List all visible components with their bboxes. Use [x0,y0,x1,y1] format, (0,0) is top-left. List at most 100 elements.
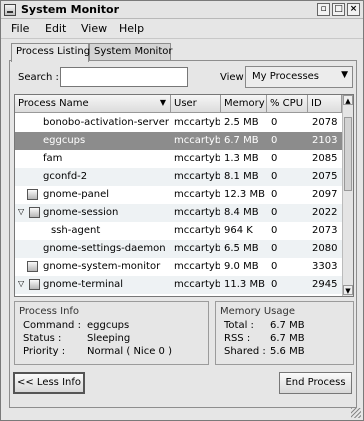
process-id: 2073 [312,225,338,236]
process-user: mccartyb [174,117,220,128]
minimize-button[interactable]: ▫ [317,3,330,16]
process-memory: 6.7 MB [224,135,259,146]
priority-label: Priority : [23,346,66,357]
process-memory: 1.3 MB [224,153,259,164]
command-label: Command : [23,320,81,331]
table-row[interactable]: ▽ gnome-terminal mccartyb 11.3 MB 0 2945 [15,276,342,294]
table-row[interactable]: gconfd-2 mccartyb 8.1 MB 0 2075 [15,168,342,186]
table-row[interactable]: gnome-system-monitor mccartyb 9.0 MB 0 3303 [15,258,342,276]
process-id: 2080 [312,243,338,254]
process-user: mccartyb [174,189,220,200]
resize-grip-icon[interactable] [351,408,361,418]
menu-bar: File Edit View Help [1,19,363,39]
process-user: mccartyb [174,261,220,272]
process-rows: bonobo-activation-server mccartyb 2.5 MB 0 2… [15,114,342,294]
process-user: mccartyb [174,279,220,290]
process-memory: 964 K [224,225,253,236]
process-cpu: 0 [271,261,278,272]
expander-icon[interactable]: ▽ [18,279,24,288]
process-user: mccartyb [174,225,220,236]
process-name: gnome-panel [43,189,110,200]
process-cpu: 0 [271,135,278,146]
column-header-cpu[interactable]: % CPU [267,95,308,113]
process-user: mccartyb [174,243,220,254]
process-memory: 11.3 MB [224,279,265,290]
table-row[interactable]: gnome-panel mccartyb 12.3 MB 0 2097 [15,186,342,204]
process-name: fam [43,153,63,164]
expander-icon[interactable]: ▽ [18,207,24,216]
process-memory: 2.5 MB [224,117,259,128]
title-bar[interactable]: System Monitor ▫ □ × [1,1,363,19]
process-cpu: 0 [271,189,278,200]
view-select-value: My Processes [252,71,320,82]
end-process-button[interactable]: End Process [279,372,352,394]
table-row[interactable]: ▽ gnome-session mccartyb 8.4 MB 0 2022 [15,204,342,222]
process-id: 2085 [312,153,338,164]
process-user: mccartyb [174,171,220,182]
shared-label: Shared : [224,346,266,357]
command-value: eggcups [87,320,130,331]
view-select[interactable]: My Processes ▼ [245,66,353,88]
process-listing-panel: Search : View My Processes ▼ Process Nam… [9,60,357,408]
process-icon [27,189,38,200]
system-monitor-icon [4,4,16,16]
process-id: 2078 [312,117,338,128]
column-header-id[interactable]: ID [308,95,342,113]
process-memory: 8.1 MB [224,171,259,182]
process-id: 2945 [312,279,338,290]
scroll-up-icon[interactable]: ▲ [343,95,353,105]
tab-process-listing[interactable]: Process Listing [11,43,90,62]
menu-file[interactable]: File [11,22,29,35]
process-info-group: Process Info Command : eggcups Status : … [14,301,209,365]
table-row[interactable]: fam mccartyb 1.3 MB 0 2085 [15,150,342,168]
search-label: Search : [18,72,59,83]
status-value: Sleeping [87,333,131,344]
menu-edit[interactable]: Edit [45,22,66,35]
column-header-process-name[interactable]: Process Name ▼ [15,95,171,113]
scroll-down-icon[interactable]: ▼ [343,285,353,295]
vertical-scrollbar[interactable]: ▲ ▼ [342,95,353,296]
menu-help[interactable]: Help [119,22,144,35]
table-row[interactable]: bonobo-activation-server mccartyb 2.5 MB 0 2… [15,114,342,132]
total-value: 6.7 MB [270,320,305,331]
search-input[interactable] [60,67,188,87]
table-row[interactable]: gnome-settings-daemon mccartyb 6.5 MB 0 2080 [15,240,342,258]
menu-view[interactable]: View [81,22,107,35]
shared-value: 5.6 MB [270,346,305,357]
process-cpu: 0 [271,225,278,236]
process-memory: 6.5 MB [224,243,259,254]
memory-usage-group: Memory Usage Total : 6.7 MB RSS : 6.7 MB… [215,301,354,365]
process-id: 2022 [312,207,338,218]
process-id: 2103 [312,135,338,146]
tab-system-monitor[interactable]: System Monitor [89,43,172,61]
process-icon [27,261,38,272]
system-monitor-window: System Monitor ▫ □ × File Edit View Help… [0,0,364,421]
process-name: gnome-system-monitor [43,261,161,272]
column-header-memory[interactable]: Memory [221,95,267,113]
scrollbar-thumb[interactable] [344,117,352,191]
sort-down-icon: ▼ [159,98,166,107]
process-name: gconfd-2 [43,171,88,182]
process-name: gnome-terminal [43,279,124,290]
column-header-user[interactable]: User [171,95,221,113]
process-name: eggcups [43,135,86,146]
view-label: View [220,72,244,83]
table-row[interactable]: eggcups mccartyb 6.7 MB 0 2103 [15,132,342,150]
total-label: Total : [224,320,254,331]
less-info-button[interactable]: << Less Info [13,372,85,394]
process-table: Process Name ▼ User Memory % CPU ID bono… [14,94,354,297]
maximize-button[interactable]: □ [332,3,345,16]
process-id: 2097 [312,189,338,200]
process-user: mccartyb [174,153,220,164]
rss-label: RSS : [224,333,251,344]
process-cpu: 0 [271,279,278,290]
close-button[interactable]: × [347,3,360,16]
dropdown-arrow-icon: ▼ [341,70,348,80]
memory-usage-title: Memory Usage [220,306,296,317]
status-label: Status : [23,333,62,344]
process-memory: 9.0 MB [224,261,259,272]
priority-value: Normal ( Nice 0 ) [87,346,172,357]
process-name: gnome-session [43,207,119,218]
table-row[interactable]: ssh-agent mccartyb 964 K 0 2073 [15,222,342,240]
window-title: System Monitor [21,3,119,16]
